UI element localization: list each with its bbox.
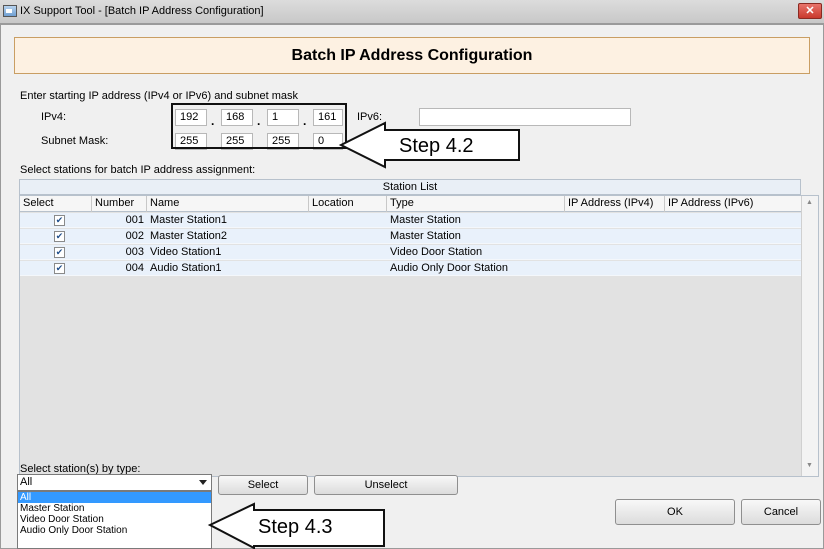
- col-header-select[interactable]: Select: [20, 196, 92, 212]
- row-name: Master Station1: [150, 214, 228, 226]
- chevron-down-icon[interactable]: [199, 480, 207, 485]
- ip-fields-highlight-box: [171, 103, 347, 149]
- row-number: 003: [125, 246, 144, 258]
- row-ipv6: [665, 213, 802, 228]
- step-4-3-label: Step 4.3: [258, 516, 333, 538]
- row-name: Video Station1: [150, 246, 222, 258]
- station-table: Select Number Name Location Type IP Addr…: [19, 195, 819, 477]
- row-select-checkbox[interactable]: ✔: [54, 263, 65, 274]
- row-type: Audio Only Door Station: [390, 262, 509, 274]
- ip-instruction: Enter starting IP address (IPv4 or IPv6)…: [20, 90, 298, 102]
- dialog-body: Batch IP Address Configuration Enter sta…: [0, 24, 824, 549]
- row-type: Master Station: [390, 230, 461, 242]
- dropdown-option-master-station[interactable]: Master Station: [18, 503, 211, 514]
- row-ipv4: [565, 261, 665, 276]
- row-type: Video Door Station: [390, 246, 483, 258]
- page-title: Batch IP Address Configuration: [291, 47, 533, 64]
- dropdown-selected-value: All: [20, 476, 33, 488]
- col-header-location[interactable]: Location: [309, 196, 387, 212]
- dropdown-option-audio-only-door-station[interactable]: Audio Only Door Station: [18, 525, 211, 536]
- row-number: 002: [125, 230, 144, 242]
- row-ipv4: [565, 229, 665, 244]
- row-location: [309, 229, 387, 244]
- dropdown-option-all[interactable]: All: [18, 492, 211, 503]
- row-select-checkbox[interactable]: ✔: [54, 231, 65, 242]
- row-ipv6: [665, 229, 802, 244]
- ipv4-label: IPv4:: [41, 111, 67, 123]
- close-button[interactable]: ✕: [798, 3, 822, 19]
- station-instruction: Select stations for batch IP address ass…: [20, 164, 256, 176]
- table-row[interactable]: ✔ 002 Master Station2 Master Station: [20, 229, 802, 244]
- step-4-2-label: Step 4.2: [399, 135, 474, 157]
- station-type-dropdown[interactable]: All: [17, 474, 212, 491]
- col-header-type[interactable]: Type: [387, 196, 565, 212]
- row-location: [309, 261, 387, 276]
- step-4-3-callout: Step 4.3: [207, 502, 385, 549]
- header-panel: Batch IP Address Configuration: [14, 37, 810, 74]
- station-type-options: All Master Station Video Door Station Au…: [17, 491, 212, 549]
- row-ipv6: [665, 261, 802, 276]
- row-select-checkbox[interactable]: ✔: [54, 247, 65, 258]
- dropdown-option-video-door-station[interactable]: Video Door Station: [18, 514, 211, 525]
- col-header-number[interactable]: Number: [92, 196, 147, 212]
- subnet-label: Subnet Mask:: [41, 135, 109, 147]
- table-scrollbar[interactable]: ▲ ▼: [801, 196, 818, 476]
- row-number: 004: [125, 262, 144, 274]
- scroll-up-icon[interactable]: ▲: [806, 199, 813, 206]
- window-titlebar: IX Support Tool - [Batch IP Address Conf…: [0, 0, 824, 24]
- select-button[interactable]: Select: [218, 475, 308, 495]
- window-title: IX Support Tool - [Batch IP Address Conf…: [20, 5, 264, 17]
- row-name: Master Station2: [150, 230, 228, 242]
- col-header-name[interactable]: Name: [147, 196, 309, 212]
- app-icon: [3, 5, 17, 17]
- table-row[interactable]: ✔ 003 Video Station1 Video Door Station: [20, 245, 802, 260]
- station-list-title: Station List: [19, 179, 801, 195]
- table-row[interactable]: ✔ 001 Master Station1 Master Station: [20, 213, 802, 228]
- step-4-2-callout: Step 4.2: [338, 121, 520, 169]
- col-header-ipv6[interactable]: IP Address (IPv6): [665, 196, 802, 212]
- col-header-ipv4[interactable]: IP Address (IPv4): [565, 196, 665, 212]
- table-header: Select Number Name Location Type IP Addr…: [20, 196, 802, 212]
- row-location: [309, 213, 387, 228]
- row-ipv4: [565, 245, 665, 260]
- row-ipv4: [565, 213, 665, 228]
- row-type: Master Station: [390, 214, 461, 226]
- unselect-button[interactable]: Unselect: [314, 475, 458, 495]
- cancel-button[interactable]: Cancel: [741, 499, 821, 525]
- row-number: 001: [125, 214, 144, 226]
- table-row[interactable]: ✔ 004 Audio Station1 Audio Only Door Sta…: [20, 261, 802, 276]
- row-ipv6: [665, 245, 802, 260]
- row-select-checkbox[interactable]: ✔: [54, 215, 65, 226]
- row-name: Audio Station1: [150, 262, 222, 274]
- scroll-down-icon[interactable]: ▼: [806, 462, 813, 469]
- ok-button[interactable]: OK: [615, 499, 735, 525]
- row-location: [309, 245, 387, 260]
